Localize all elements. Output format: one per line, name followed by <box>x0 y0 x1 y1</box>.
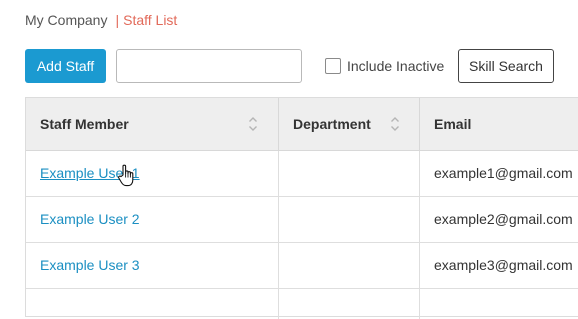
table-row: Example User 2 example2@gmail.com <box>26 197 578 243</box>
staff-member-cell <box>26 289 279 319</box>
staff-member-cell: Example User 2 <box>26 197 279 242</box>
column-header-email: Email <box>420 98 578 150</box>
department-cell <box>279 151 420 196</box>
staff-table: Staff Member Department Email Example Us… <box>25 97 578 319</box>
staff-member-cell: Example User 3 <box>26 243 279 288</box>
email-cell: example3@gmail.com <box>434 257 573 273</box>
search-input[interactable] <box>116 49 302 83</box>
column-header-staff-member[interactable]: Staff Member <box>26 98 279 150</box>
column-header-label: Department <box>293 116 371 132</box>
sort-icon[interactable] <box>248 115 258 133</box>
staff-member-cell: Example User 1 <box>26 151 279 196</box>
staff-member-link[interactable]: Example User 2 <box>40 211 140 227</box>
skill-search-button[interactable]: Skill Search <box>458 49 554 83</box>
department-cell <box>279 197 420 242</box>
hand-pointer-cursor-icon <box>118 164 134 187</box>
breadcrumb-my-company[interactable]: My Company <box>25 12 107 28</box>
table-row-partial <box>26 289 578 319</box>
include-inactive-toggle[interactable]: Include Inactive <box>325 57 444 75</box>
breadcrumb-staff-list: Staff List <box>123 12 178 28</box>
column-header-department[interactable]: Department <box>279 98 420 150</box>
include-inactive-checkbox[interactable] <box>325 58 341 74</box>
column-header-label: Email <box>434 116 472 132</box>
include-inactive-label[interactable]: Include Inactive <box>347 58 444 74</box>
email-cell: example1@gmail.com <box>434 165 573 181</box>
sort-icon[interactable] <box>390 115 400 133</box>
column-header-label: Staff Member <box>40 116 129 132</box>
breadcrumb-separator: | <box>115 12 120 28</box>
email-cell <box>420 289 578 319</box>
department-cell <box>279 243 420 288</box>
breadcrumb: My Company | Staff List <box>25 11 177 29</box>
add-staff-button[interactable]: Add Staff <box>25 49 106 83</box>
email-cell: example2@gmail.com <box>434 211 573 227</box>
department-cell <box>279 289 420 319</box>
staff-member-link[interactable]: Example User 3 <box>40 257 140 273</box>
table-header: Staff Member Department Email <box>26 98 578 151</box>
table-row: Example User 1 example1@gmail.com <box>26 151 578 197</box>
table-row: Example User 3 example3@gmail.com <box>26 243 578 289</box>
